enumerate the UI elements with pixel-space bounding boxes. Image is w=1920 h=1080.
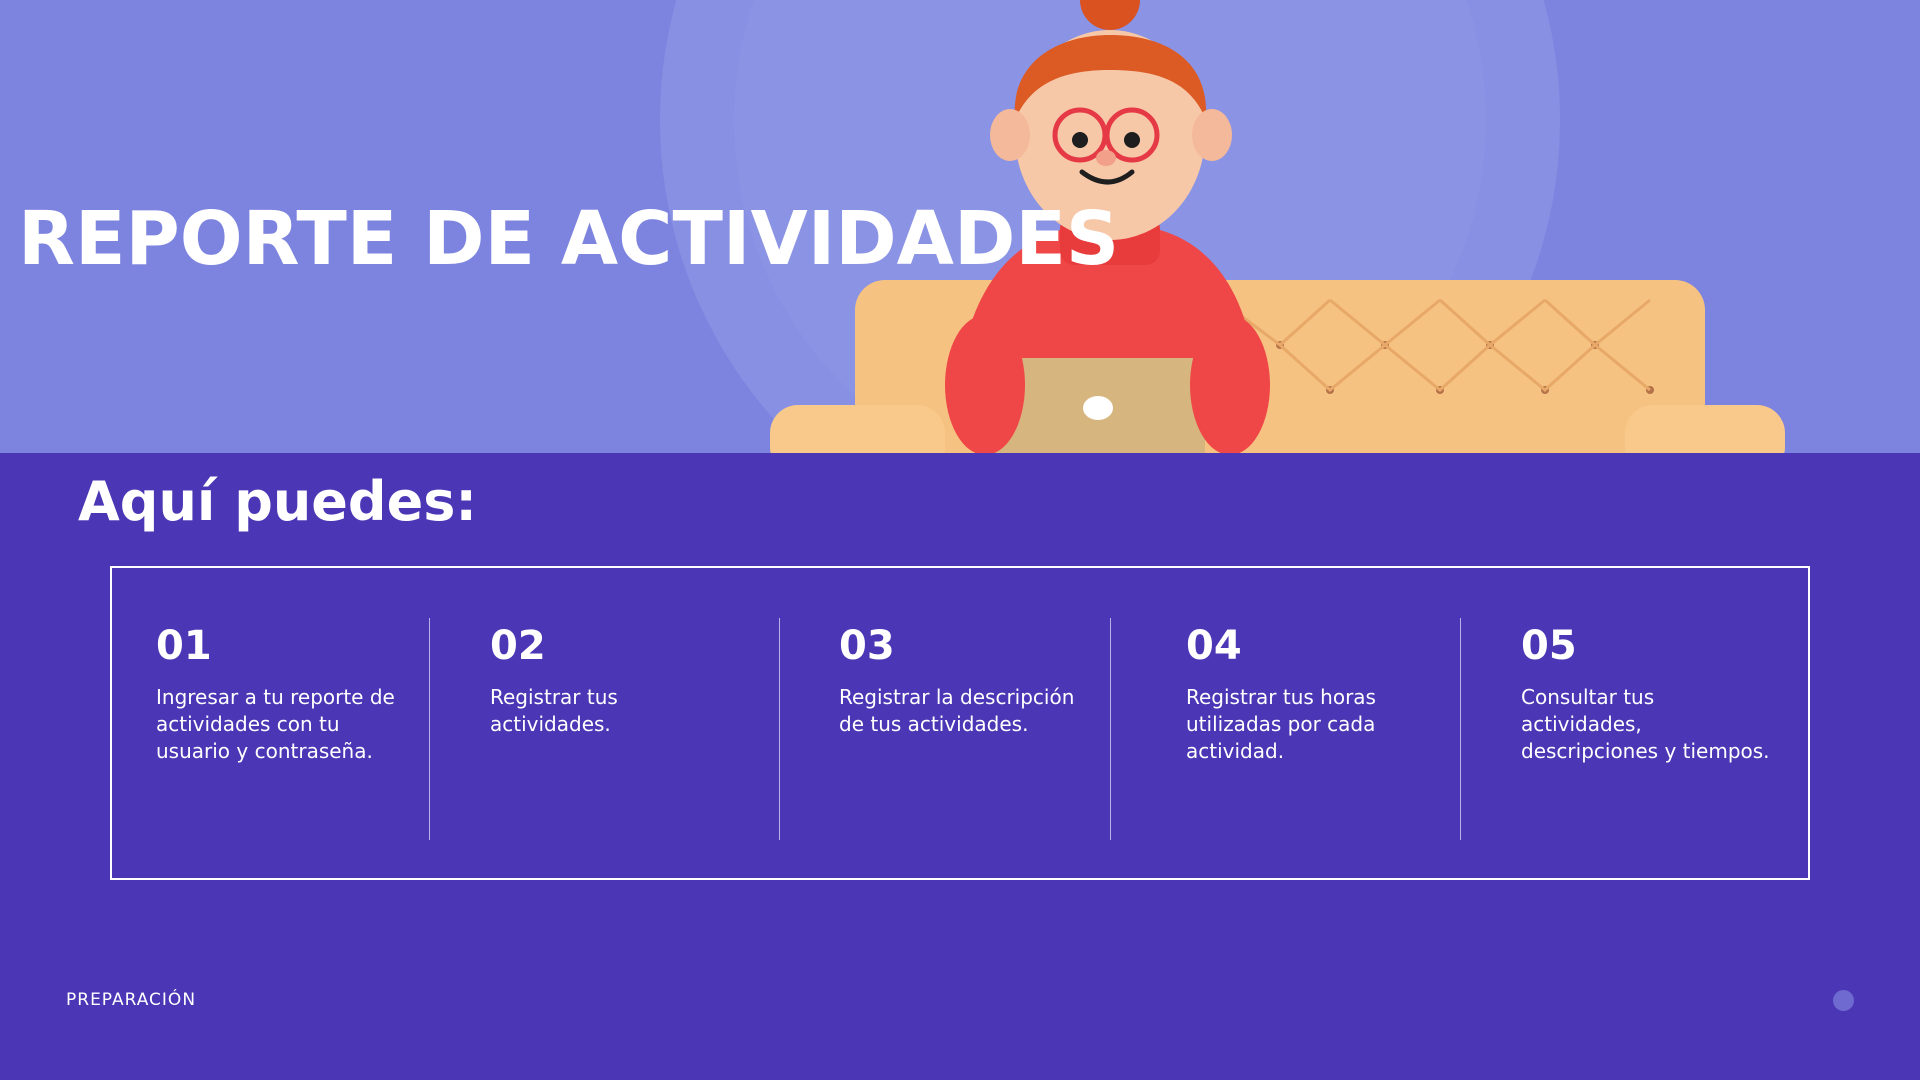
step-05: 05 Consultar tus actividades, descripcio… [1521,622,1771,765]
step-03: 03 Registrar la descripción de tus activ… [839,622,1084,738]
sofa-left-arm [770,405,945,453]
hero-banner: REPORTE DE ACTIVIDADES [0,0,1920,453]
right-arm [1190,315,1270,453]
step-divider [429,618,430,840]
step-number: 02 [490,623,546,669]
nose [1096,150,1116,166]
step-divider [779,618,780,840]
footer-section-label: PREPARACIÓN [66,990,197,1010]
right-eye [1124,132,1140,148]
slide: REPORTE DE ACTIVIDADES Aquí puedes: 01 I… [0,0,1920,1080]
left-ear [990,109,1030,161]
step-01: 01 Ingresar a tu reporte de actividades … [156,622,396,765]
sofa-right-arm [1625,405,1785,453]
left-eye [1072,132,1088,148]
step-divider [1460,618,1461,840]
step-number: 04 [1186,623,1242,669]
step-description: Ingresar a tu reporte de actividades con… [156,685,395,763]
right-ear [1192,109,1232,161]
step-number: 01 [156,623,212,669]
step-description: Consultar tus actividades, descripciones… [1521,685,1770,763]
step-description: Registrar tus actividades. [490,685,618,736]
step-number: 05 [1521,623,1577,669]
section-heading: Aquí puedes: [78,470,477,533]
page-indicator-dot[interactable] [1833,990,1854,1011]
step-02: 02 Registrar tus actividades. [490,622,730,738]
step-divider [1110,618,1111,840]
step-04: 04 Registrar tus horas utilizadas por ca… [1186,622,1431,765]
steps-panel: 01 Ingresar a tu reporte de actividades … [110,566,1810,880]
laptop-logo [1083,396,1113,420]
step-description: Registrar la descripción de tus activida… [839,685,1075,736]
left-arm [945,315,1025,453]
hair-bun [1080,0,1140,30]
step-description: Registrar tus horas utilizadas por cada … [1186,685,1376,763]
step-number: 03 [839,623,895,669]
page-title: REPORTE DE ACTIVIDADES [18,196,1120,282]
